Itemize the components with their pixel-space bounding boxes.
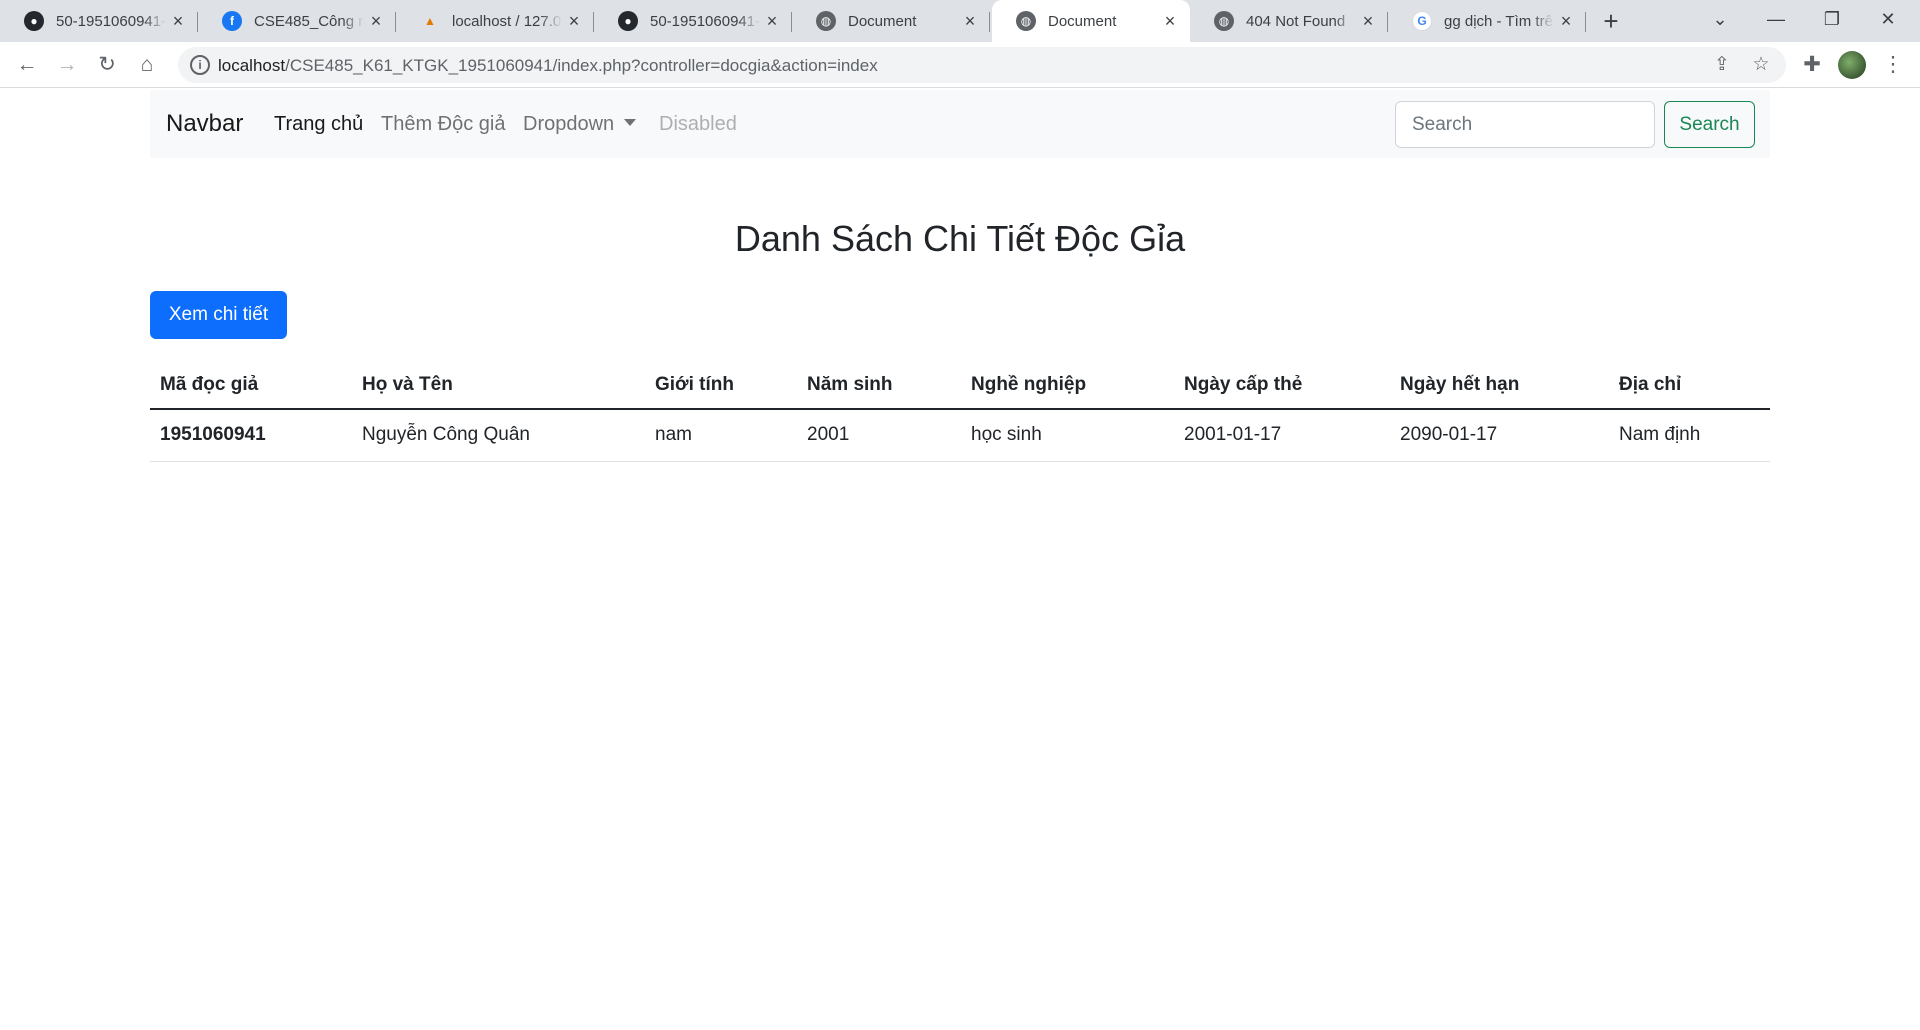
- facebook-icon: f: [222, 11, 242, 31]
- forward-icon[interactable]: →: [52, 50, 82, 80]
- column-header: Họ và Tên: [352, 362, 645, 410]
- profile-avatar[interactable]: [1838, 51, 1866, 79]
- tab-title: gg dịch - Tìm trên: [1444, 12, 1554, 30]
- column-header: Ngày hết hạn: [1390, 362, 1609, 410]
- minimize-icon[interactable]: —: [1748, 0, 1804, 40]
- share-icon[interactable]: ⇪: [1708, 51, 1736, 79]
- browser-tab[interactable]: f CSE485_Công ngh ×: [198, 0, 396, 42]
- tab-title: Document: [1048, 12, 1117, 30]
- nav-link-home[interactable]: Trang chủ: [274, 113, 363, 136]
- nav-dropdown-label: Dropdown: [523, 113, 615, 135]
- close-tab-icon[interactable]: ×: [1160, 11, 1180, 31]
- browser-tab-strip: ● 50-1951060941-N × f CSE485_Công ngh × …: [0, 0, 1920, 42]
- tab-title: CSE485_Công ngh: [254, 12, 364, 30]
- cell-address: Nam định: [1609, 409, 1770, 462]
- url-text[interactable]: localhost/CSE485_K61_KTGK_1951060941/ind…: [218, 56, 878, 76]
- cell-expiry-date: 2090-01-17: [1390, 409, 1609, 462]
- tab-title: 404 Not Found: [1246, 12, 1346, 30]
- menu-kebab-icon[interactable]: ⋮: [1878, 50, 1908, 80]
- cell-gender: nam: [645, 409, 797, 462]
- cell-birth-year: 2001: [797, 409, 961, 462]
- column-header: Năm sinh: [797, 362, 961, 410]
- url-host: localhost: [218, 56, 286, 75]
- column-header: Ngày cấp thẻ: [1174, 362, 1390, 410]
- nav-link-add-reader[interactable]: Thêm Độc giả: [381, 113, 506, 136]
- close-tab-icon[interactable]: ×: [366, 11, 386, 31]
- browser-tab[interactable]: ● 50-1951060941-N ×: [0, 0, 198, 42]
- site-info-icon[interactable]: i: [190, 55, 210, 75]
- close-tab-icon[interactable]: ×: [1358, 11, 1378, 31]
- globe-icon: ◍: [816, 11, 836, 31]
- globe-icon: ◍: [1016, 11, 1036, 31]
- bookmark-star-icon[interactable]: ☆: [1747, 51, 1775, 79]
- tab-title: 50-1951060941-N: [650, 12, 760, 30]
- browser-tab[interactable]: ▲ localhost / 127.0.0 ×: [396, 0, 594, 42]
- navbar: Navbar Trang chủ Thêm Độc giả Dropdown D…: [150, 90, 1770, 158]
- back-icon[interactable]: ←: [12, 50, 42, 80]
- reader-table: Mã đọc giả Họ và Tên Giới tính Năm sinh …: [150, 362, 1770, 462]
- url-path: /CSE485_K61_KTGK_1951060941/index.php?co…: [285, 56, 878, 75]
- phpmyadmin-icon: ▲: [424, 14, 436, 28]
- table-row: 1951060941 Nguyễn Công Quân nam 2001 học…: [150, 409, 1770, 462]
- github-icon: ●: [24, 11, 44, 31]
- caret-down-icon: [624, 119, 637, 126]
- tab-search-icon[interactable]: ⌄: [1692, 0, 1748, 40]
- nav-link-disabled: Disabled: [659, 113, 737, 135]
- reload-icon[interactable]: ↻: [92, 50, 122, 80]
- browser-tab[interactable]: ◍ Document ×: [792, 0, 990, 42]
- browser-tab-active[interactable]: ◍ Document ×: [992, 0, 1190, 42]
- nav-dropdown[interactable]: Dropdown: [523, 113, 637, 136]
- new-tab-icon[interactable]: +: [1596, 7, 1626, 37]
- google-icon: G: [1412, 11, 1432, 31]
- browser-tab[interactable]: ● 50-1951060941-N ×: [594, 0, 792, 42]
- table-header-row: Mã đọc giả Họ và Tên Giới tính Năm sinh …: [150, 362, 1770, 410]
- restore-icon[interactable]: ❐: [1804, 0, 1860, 40]
- page-title: Danh Sách Chi Tiết Độc Gỉa: [734, 218, 1186, 259]
- cell-reader-id: 1951060941: [150, 409, 352, 462]
- tab-title: Document: [848, 12, 917, 30]
- close-tab-icon[interactable]: ×: [960, 11, 980, 31]
- extensions-icon[interactable]: ✚: [1797, 50, 1827, 80]
- column-header: Địa chỉ: [1609, 362, 1770, 410]
- column-header: Giới tính: [645, 362, 797, 410]
- search-button[interactable]: Search: [1664, 101, 1755, 148]
- tab-title: 50-1951060941-N: [56, 12, 166, 30]
- address-bar[interactable]: i localhost/CSE485_K61_KTGK_1951060941/i…: [178, 47, 1786, 83]
- browser-tab[interactable]: ◍ 404 Not Found ×: [1190, 0, 1388, 42]
- browser-toolbar: ← → ↻ ⌂ i localhost/CSE485_K61_KTGK_1951…: [0, 42, 1920, 88]
- column-header: Nghề nghiệp: [961, 362, 1174, 410]
- browser-tab[interactable]: G gg dịch - Tìm trên ×: [1388, 0, 1586, 42]
- close-window-icon[interactable]: ✕: [1860, 0, 1916, 40]
- cell-issue-date: 2001-01-17: [1174, 409, 1390, 462]
- search-input[interactable]: [1395, 101, 1655, 148]
- cell-occupation: học sinh: [961, 409, 1174, 462]
- close-tab-icon[interactable]: ×: [168, 11, 188, 31]
- close-tab-icon[interactable]: ×: [762, 11, 782, 31]
- column-header: Mã đọc giả: [150, 362, 352, 410]
- navbar-brand[interactable]: Navbar: [166, 110, 243, 138]
- cell-full-name: Nguyễn Công Quân: [352, 409, 645, 462]
- view-detail-button[interactable]: Xem chi tiết: [150, 291, 287, 339]
- close-tab-icon[interactable]: ×: [1556, 11, 1576, 31]
- close-tab-icon[interactable]: ×: [564, 11, 584, 31]
- github-icon: ●: [618, 11, 638, 31]
- tab-title: localhost / 127.0.0: [452, 12, 562, 30]
- home-icon[interactable]: ⌂: [132, 50, 162, 80]
- globe-icon: ◍: [1214, 11, 1234, 31]
